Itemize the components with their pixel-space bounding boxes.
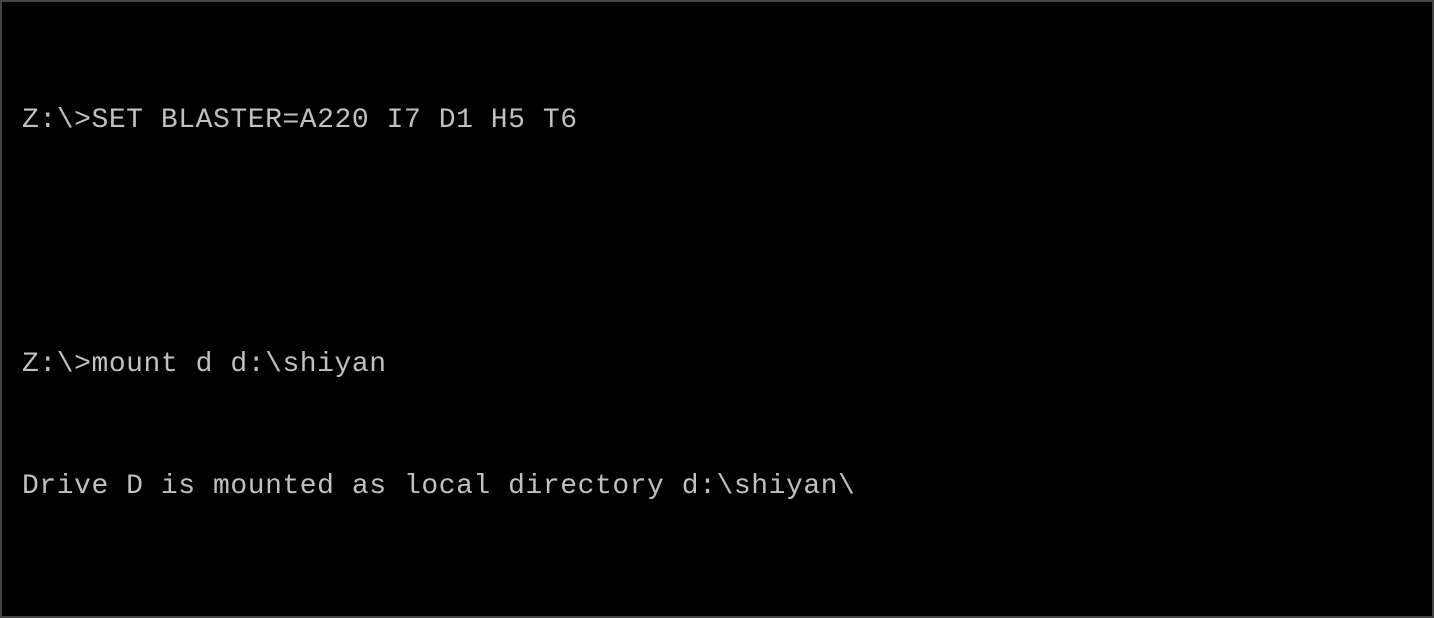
terminal-line-3: Z:\>mount d d:\shiyan xyxy=(22,345,1412,386)
terminal-line-5 xyxy=(22,588,1412,618)
terminal-screen[interactable]: Z:\>SET BLASTER=A220 I7 D1 H5 T6 Z:\>mou… xyxy=(0,0,1434,618)
terminal-line-2 xyxy=(22,223,1412,264)
terminal-line-1: Z:\>SET BLASTER=A220 I7 D1 H5 T6 xyxy=(22,101,1412,142)
terminal-line-4: Drive D is mounted as local directory d:… xyxy=(22,467,1412,508)
